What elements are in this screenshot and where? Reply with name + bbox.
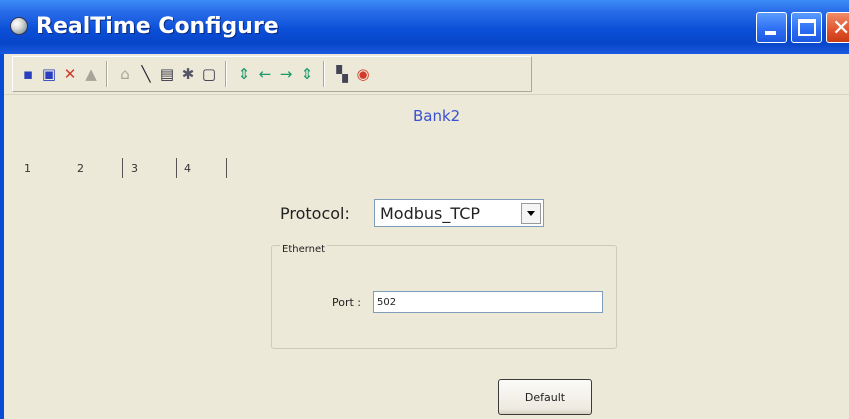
toolbar-separator <box>323 61 325 87</box>
window-icon[interactable]: ▣ <box>40 65 58 83</box>
toolbar: ▪ ▣ ✕ ▲ ⌂ ╲ ▤ ✱ ▢ ⇕ ← → ⇕ ▚ ◉ <box>12 56 532 92</box>
configuration-panel: Bank2 1 2 3 4 Protocol: Modbus_TCP Ether… <box>4 94 849 419</box>
arrow-right-icon[interactable]: → <box>277 65 295 83</box>
save-icon[interactable]: ▪ <box>19 65 37 83</box>
page-icon[interactable]: ▢ <box>200 65 218 83</box>
maximize-button[interactable] <box>791 12 822 43</box>
tab-separator <box>122 158 123 178</box>
maximize-icon <box>798 19 816 36</box>
default-button[interactable]: Default <box>498 379 592 415</box>
protocol-select[interactable]: Modbus_TCP <box>374 199 544 227</box>
align-vertical-icon[interactable]: ⇕ <box>235 65 253 83</box>
minimize-icon <box>765 31 776 35</box>
tab-separator <box>226 158 227 178</box>
align-vertical-2-icon[interactable]: ⇕ <box>298 65 316 83</box>
port-input[interactable] <box>373 291 603 313</box>
realtime-configure-window: RealTime Configure ✕ ▪ ▣ ✕ ▲ ⌂ ╲ ▤ ✱ ▢ ⇕… <box>0 0 849 419</box>
window-title: RealTime Configure <box>36 14 279 39</box>
tab-strip: 1 2 3 4 <box>4 156 849 182</box>
protocol-label: Protocol: <box>280 204 350 223</box>
print-icon[interactable]: ▲ <box>82 65 100 83</box>
protocol-value: Modbus_TCP <box>380 204 481 223</box>
title-bar[interactable]: RealTime Configure ✕ <box>0 0 849 54</box>
minimize-button[interactable] <box>756 12 787 43</box>
ethernet-group: Ethernet Port : <box>271 244 617 349</box>
app-icon <box>10 17 28 35</box>
bell-icon[interactable]: ⌂ <box>116 65 134 83</box>
protocol-dropdown-button[interactable] <box>521 203 541 224</box>
port-label: Port : <box>332 296 362 309</box>
toolbar-separator <box>106 61 108 87</box>
close-button[interactable]: ✕ <box>826 12 849 43</box>
document-icon[interactable]: ▤ <box>158 65 176 83</box>
toolbar-separator <box>225 61 227 87</box>
delete-icon[interactable]: ✕ <box>61 65 79 83</box>
tab-4[interactable]: 4 <box>184 162 191 175</box>
line-tool-icon[interactable]: ╲ <box>137 65 155 83</box>
stop-icon[interactable]: ◉ <box>354 65 372 83</box>
chevron-down-icon <box>527 211 535 216</box>
tools-icon[interactable]: ✱ <box>179 65 197 83</box>
tab-3[interactable]: 3 <box>131 162 138 175</box>
ethernet-legend: Ethernet <box>280 244 328 255</box>
tab-separator <box>176 158 177 178</box>
arrow-left-icon[interactable]: ← <box>256 65 274 83</box>
tab-1[interactable]: 1 <box>24 162 31 175</box>
network-icon[interactable]: ▚ <box>333 65 351 83</box>
close-icon: ✕ <box>832 16 849 41</box>
tab-2[interactable]: 2 <box>77 162 84 175</box>
bank-title: Bank2 <box>413 107 461 125</box>
